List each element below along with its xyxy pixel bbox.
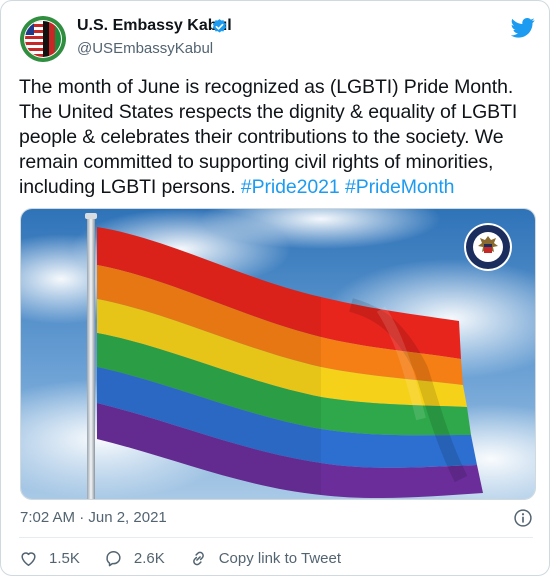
- link-icon: [192, 551, 204, 565]
- hashtag-pride2021[interactable]: #Pride2021: [241, 176, 340, 198]
- rainbow-flag-photo: [21, 209, 535, 499]
- avatar[interactable]: [20, 16, 66, 62]
- divider: [19, 537, 533, 538]
- author-name[interactable]: U.S. Embassy Kabul: [77, 17, 232, 35]
- embassy-seal-avatar-icon: [20, 16, 66, 62]
- tweet-text: The month of June is recognized as (LGBT…: [19, 75, 539, 200]
- tweet-timestamp[interactable]: 7:02 AM · Jun 2, 2021: [20, 509, 167, 526]
- tweet-media-image[interactable]: [20, 208, 536, 500]
- tweet-card[interactable]: U.S. Embassy Kabul @USEmbassyKabul The m…: [0, 0, 550, 576]
- tweet-actions: 1.5K 2.6K Copy link to Tweet: [19, 547, 365, 569]
- like-count: 1.5K: [49, 549, 80, 567]
- like-button[interactable]: 1.5K: [19, 549, 80, 568]
- copy-link-label: Copy link to Tweet: [218, 549, 342, 567]
- reply-button[interactable]: 2.6K: [104, 549, 165, 568]
- heart-icon: [21, 551, 36, 566]
- reply-count: 2.6K: [133, 549, 165, 567]
- hashtag-pridemonth[interactable]: #PrideMonth: [345, 176, 455, 198]
- twitter-bird-icon[interactable]: [511, 17, 535, 39]
- us-state-department-seal-icon: [464, 223, 512, 271]
- author-handle[interactable]: @USEmbassyKabul: [77, 40, 213, 57]
- comment-bubble-icon: [106, 550, 121, 566]
- copy-link-button[interactable]: Copy link to Tweet: [189, 549, 341, 568]
- info-icon[interactable]: [513, 508, 533, 528]
- verified-badge-icon: [212, 19, 227, 33]
